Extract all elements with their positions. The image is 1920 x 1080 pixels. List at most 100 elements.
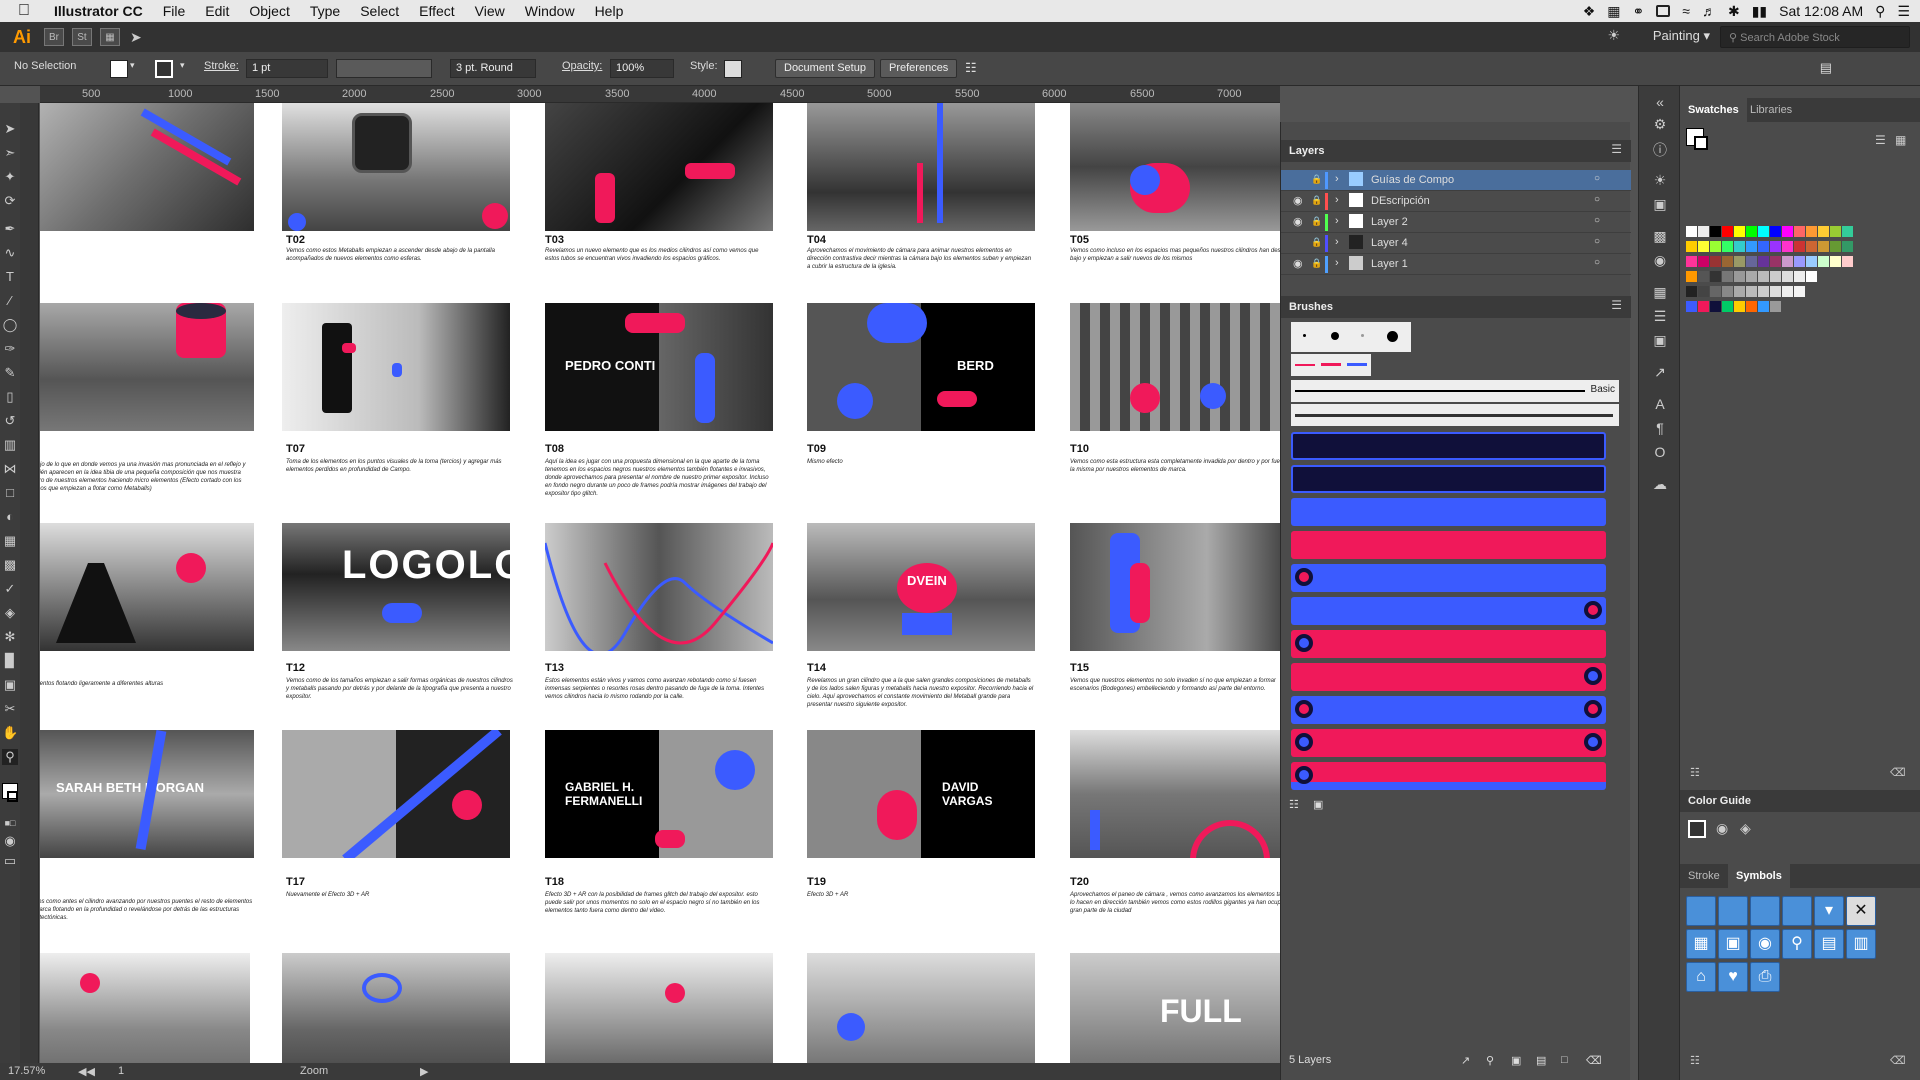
arrange-documents-icon[interactable]: ▦ xyxy=(100,28,120,46)
layer-row[interactable]: ◉ 🔒 › Layer 1 ○ xyxy=(1281,254,1631,275)
list-view-icon[interactable]: ☰ xyxy=(1875,133,1886,147)
delete-symbol-icon[interactable]: ⌫ xyxy=(1890,1054,1906,1067)
scale-tool-icon[interactable]: ▥ xyxy=(2,437,18,453)
brush-pink-double-cap[interactable] xyxy=(1291,729,1606,757)
battery-icon[interactable]: ▮▮ xyxy=(1752,3,1767,20)
gpu-performance-icon[interactable]: ➤ xyxy=(130,29,142,46)
lock-icon[interactable]: 🔒 xyxy=(1311,216,1322,227)
color-swatch[interactable] xyxy=(1734,271,1745,282)
color-swatch[interactable] xyxy=(1758,271,1769,282)
color-swatch[interactable] xyxy=(1794,286,1805,297)
draw-mode-icon[interactable]: ◉ xyxy=(2,833,18,849)
color-swatch[interactable] xyxy=(1842,226,1853,237)
dropbox-icon[interactable]: ❖ xyxy=(1583,3,1596,20)
storyboard-frame[interactable] xyxy=(807,103,1035,231)
document-setup-button[interactable]: Document Setup xyxy=(775,59,875,78)
menu-file[interactable]: File xyxy=(153,3,196,19)
color-swatch[interactable] xyxy=(1758,241,1769,252)
color-swatch[interactable] xyxy=(1686,226,1697,237)
color-swatch[interactable] xyxy=(1710,241,1721,252)
color-swatch[interactable] xyxy=(1782,256,1793,267)
gradient-tool-icon[interactable]: ▩ xyxy=(2,557,18,573)
layer-row[interactable]: 🔒 › Guías de Compo ○ xyxy=(1281,170,1631,191)
layer-name[interactable]: Layer 2 xyxy=(1371,216,1408,228)
color-swatch[interactable] xyxy=(1794,241,1805,252)
new-sublayer-icon[interactable]: ▤ xyxy=(1536,1054,1546,1067)
storyboard-frame[interactable] xyxy=(282,953,510,1063)
color-swatch[interactable] xyxy=(1746,256,1757,267)
menu-object[interactable]: Object xyxy=(239,3,299,19)
color-swatch[interactable] xyxy=(1686,301,1697,312)
transparency-icon[interactable]: ▣ xyxy=(1651,196,1669,214)
brushes-title[interactable]: Brushes xyxy=(1281,296,1631,318)
width-tool-icon[interactable]: ⋈ xyxy=(2,461,18,477)
visibility-eye-icon[interactable]: ◉ xyxy=(1293,257,1303,270)
color-swatch[interactable] xyxy=(1770,241,1781,252)
swatch-libraries-icon[interactable]: ☷ xyxy=(1690,766,1700,779)
color-swatch[interactable] xyxy=(1698,241,1709,252)
layer-row[interactable]: ◉ 🔒 › DEscripción ○ xyxy=(1281,191,1631,212)
color-swatch[interactable] xyxy=(1842,256,1853,267)
stroke-swatch[interactable] xyxy=(155,60,173,78)
layer-name[interactable]: Layer 1 xyxy=(1371,258,1408,270)
paintbrush-icon[interactable]: ✑ xyxy=(2,341,18,357)
collapse-icon[interactable]: « xyxy=(1651,94,1669,112)
color-swatch[interactable] xyxy=(1770,226,1781,237)
storyboard-frame[interactable] xyxy=(40,953,250,1063)
visibility-eye-icon[interactable]: ◉ xyxy=(1293,215,1303,228)
status-arrow-icon[interactable]: ▶ xyxy=(420,1065,428,1078)
color-swatch[interactable] xyxy=(1698,271,1709,282)
color-swatch[interactable] xyxy=(1722,301,1733,312)
visibility-eye-icon[interactable]: ◉ xyxy=(1293,194,1303,207)
brush-line[interactable] xyxy=(1347,363,1367,366)
color-swatch[interactable] xyxy=(1746,301,1757,312)
preferences-button[interactable]: Preferences xyxy=(880,59,958,78)
expand-chevron-icon[interactable]: › xyxy=(1335,257,1339,269)
pen-tool-icon[interactable]: ✒ xyxy=(2,221,18,237)
color-swatch[interactable] xyxy=(1746,241,1757,252)
color-swatch[interactable] xyxy=(1782,226,1793,237)
graphic-styles-icon[interactable]: ◉ xyxy=(1651,252,1669,270)
brush-line-presets[interactable] xyxy=(1291,354,1371,376)
storyboard-frame[interactable]: GABRIEL H. FERMANELLI xyxy=(545,730,773,858)
stock-button[interactable]: St xyxy=(72,28,92,46)
color-swatch[interactable] xyxy=(1806,256,1817,267)
opentype-icon[interactable]: O xyxy=(1651,444,1669,462)
color-swatch[interactable] xyxy=(1794,256,1805,267)
properties-icon[interactable]: ⚙ xyxy=(1651,116,1669,134)
cc-libraries-icon[interactable]: ☁ xyxy=(1651,476,1669,494)
notification-icon[interactable]: ☰ xyxy=(1897,3,1910,20)
color-swatch[interactable] xyxy=(1710,226,1721,237)
lock-icon[interactable]: 🔒 xyxy=(1311,174,1322,185)
target-icon[interactable]: ○ xyxy=(1594,173,1600,184)
lightbulb-icon[interactable]: ☀ xyxy=(1607,27,1620,44)
symbol-web-button[interactable] xyxy=(1782,896,1812,926)
color-swatch[interactable] xyxy=(1734,286,1745,297)
slice-tool-icon[interactable]: ✂ xyxy=(2,701,18,717)
bluetooth-icon[interactable]: ✱ xyxy=(1728,3,1740,20)
color-swatch[interactable] xyxy=(1782,286,1793,297)
artboard-number[interactable]: 1 xyxy=(118,1065,124,1077)
color-swatch[interactable] xyxy=(1782,271,1793,282)
color-swatch[interactable] xyxy=(1722,271,1733,282)
color-swatch[interactable] xyxy=(1818,241,1829,252)
color-swatch[interactable] xyxy=(1770,286,1781,297)
free-transform-icon[interactable]: □ xyxy=(2,485,18,501)
panel-toggle-icon[interactable]: ▤ xyxy=(1820,60,1832,76)
brush-blue-double-cap[interactable] xyxy=(1291,696,1606,724)
storyboard-frame[interactable] xyxy=(282,103,510,231)
brush-pink-blue[interactable] xyxy=(1291,762,1606,790)
storyboard-frame[interactable] xyxy=(40,303,254,431)
color-swatch[interactable] xyxy=(1794,226,1805,237)
color-swatch[interactable] xyxy=(1734,241,1745,252)
storyboard-frame[interactable] xyxy=(1070,730,1280,858)
storyboard-frame[interactable]: DAVID VARGAS xyxy=(807,730,1035,858)
blend-tool-icon[interactable]: ◈ xyxy=(2,605,18,621)
brush-pink-capped-right[interactable] xyxy=(1291,663,1606,691)
storyboard-frame[interactable] xyxy=(282,730,510,858)
menu-edit[interactable]: Edit xyxy=(195,3,239,19)
panel-menu-icon[interactable]: ☰ xyxy=(1611,142,1622,156)
artboard-tool-icon[interactable]: ▣ xyxy=(2,677,18,693)
storyboard-frame[interactable] xyxy=(40,523,254,651)
color-swatch[interactable] xyxy=(1842,241,1853,252)
